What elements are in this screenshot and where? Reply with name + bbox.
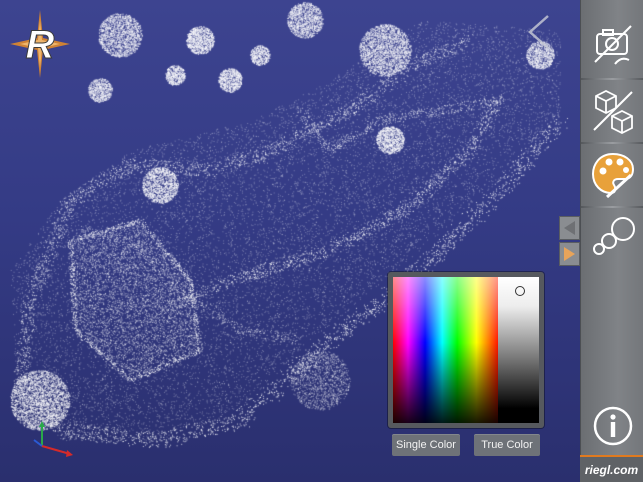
- camera-icon: [593, 25, 632, 65]
- color-picker-panel: [388, 272, 544, 428]
- panel-toggle-down[interactable]: [559, 242, 580, 266]
- brand-link[interactable]: riegl.com: [580, 455, 643, 482]
- brightness-field[interactable]: [498, 277, 539, 423]
- color-mode-button[interactable]: [581, 144, 643, 204]
- point-size-icon: [592, 217, 635, 255]
- point-size-button[interactable]: [581, 208, 643, 268]
- brightness-knob[interactable]: [515, 286, 525, 296]
- cube-view-icon: [592, 89, 633, 134]
- right-toolbar: [580, 0, 643, 482]
- panel-toggle-up[interactable]: [559, 216, 580, 240]
- hue-saturation-field[interactable]: [393, 277, 500, 423]
- true-color-button[interactable]: True Color: [474, 434, 540, 456]
- info-button[interactable]: [581, 396, 643, 456]
- riegl-logo: R: [10, 10, 70, 78]
- view-mode-button[interactable]: [581, 80, 643, 140]
- collapse-arrow-icon[interactable]: [522, 12, 556, 52]
- palette-icon: [591, 152, 634, 199]
- logo-letter: R: [26, 23, 55, 67]
- triangle-right-icon: [564, 247, 575, 261]
- axis-gizmo-icon: [33, 421, 73, 457]
- info-icon: [593, 406, 632, 446]
- triangle-left-icon: [564, 221, 575, 235]
- camera-tool-button[interactable]: [581, 14, 643, 74]
- single-color-button[interactable]: Single Color: [392, 434, 460, 456]
